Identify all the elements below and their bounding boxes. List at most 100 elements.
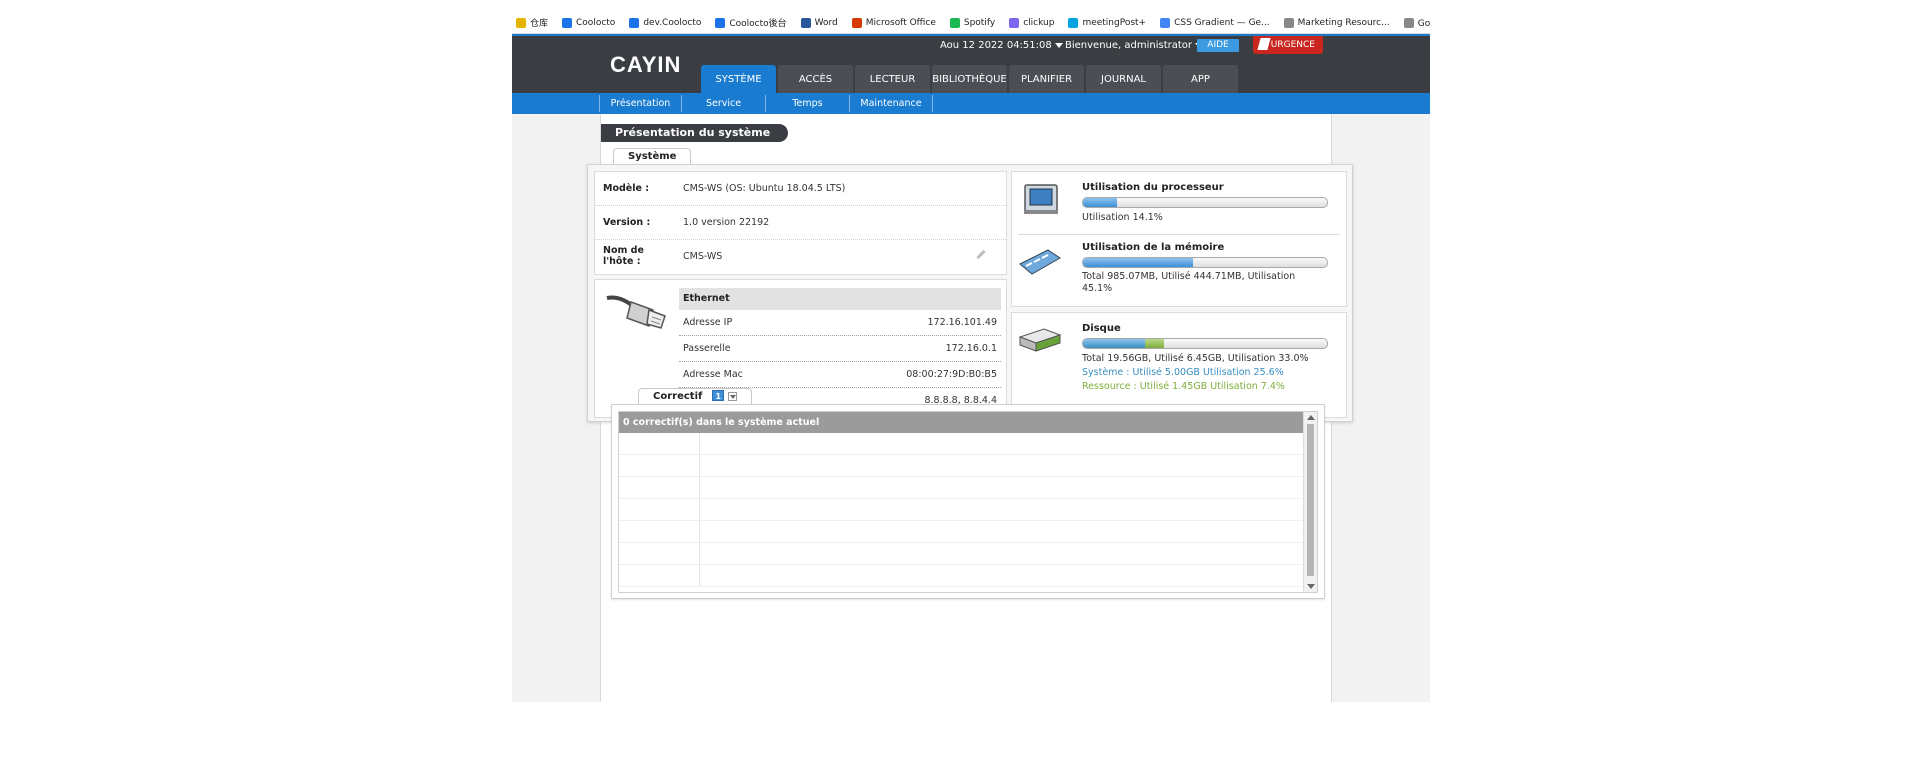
sub-nav: Présentation Service Temps Maintenance [512, 93, 1430, 114]
urgent-button[interactable]: URGENCE [1253, 36, 1323, 54]
bookmark-item[interactable]: Microsoft Office [851, 17, 936, 28]
disk-usage-text: Total 19.56GB, Utilisé 6.45GB, Utilisati… [1082, 353, 1309, 364]
system-info-card: Modèle : CMS-WS (OS: Ubuntu 18.04.5 LTS) V… [594, 171, 1007, 275]
tab-patch[interactable]: Correctif 1 [638, 388, 753, 405]
info-value: 1.0 version 22192 [683, 217, 770, 228]
disk-resource-text: Ressource : Utilisé 1.45GB Utilisation 7… [1082, 381, 1285, 392]
scroll-down-icon[interactable] [1307, 584, 1315, 589]
patch-tab-label: Correctif [653, 391, 703, 402]
ethernet-value: 08:00:27:9D:B0:B5 [906, 369, 997, 380]
table-row [619, 565, 1303, 587]
bookmark-item[interactable]: Coolocto [562, 17, 615, 28]
ethernet-title: Ethernet [679, 288, 1001, 310]
memory-usage-fill [1083, 258, 1194, 267]
cpu-icon [1024, 184, 1058, 214]
cpu-title: Utilisation du processeur [1082, 182, 1224, 193]
nav-tab[interactable]: PLANIFIER [1009, 65, 1084, 95]
bookmark-favicon-icon [800, 17, 811, 28]
bookmark-label: dev.Coolocto [643, 17, 702, 28]
subnav-item[interactable]: Présentation [599, 95, 681, 112]
disk-title: Disque [1082, 323, 1121, 334]
cpu-usage-text: Utilisation 14.1% [1082, 212, 1163, 223]
nav-tab[interactable]: SYSTÈME [701, 65, 776, 95]
tab-system[interactable]: Système [613, 148, 692, 165]
help-button[interactable]: AIDE [1197, 39, 1239, 52]
ethernet-key: Adresse Mac [683, 369, 743, 380]
browser-screen: 仓库 Coolocto dev.Coolocto Coolocto後台 Word Micr… [512, 12, 1430, 702]
edit-pencil-icon[interactable] [976, 249, 986, 260]
memory-usage-bar [1082, 257, 1328, 268]
bookmark-item[interactable]: CSS Gradient — Ge... [1160, 17, 1270, 28]
urgent-label: URGENCE [1270, 40, 1315, 50]
bookmark-favicon-icon [715, 17, 726, 28]
bookmark-favicon-icon [851, 17, 862, 28]
bookmark-label: CSS Gradient — Ge... [1174, 17, 1270, 28]
ethernet-key: Passerelle [683, 343, 731, 354]
bookmark-item[interactable]: Word [800, 17, 838, 28]
bookmark-item[interactable]: clickup [1009, 17, 1054, 28]
disk-resource-fill [1145, 339, 1164, 348]
bookmark-item[interactable]: Google Play 徽章 [1403, 16, 1430, 29]
ethernet-row: Passerelle 172.16.0.1 [679, 336, 1001, 362]
table-row [619, 543, 1303, 565]
sub-nav-items: Présentation Service Temps Maintenance [599, 95, 933, 112]
subnav-item[interactable]: Maintenance [849, 95, 933, 112]
bookmark-label: Coolocto後台 [729, 19, 787, 29]
bookmark-item[interactable]: meetingPost+ [1068, 17, 1146, 28]
bookmark-favicon-icon [516, 17, 526, 28]
cpu-block: Utilisation du processeur Utilisation 14… [1012, 172, 1346, 234]
ethernet-row: Adresse Mac 08:00:27:9D:B0:B5 [679, 362, 1001, 388]
nav-tab[interactable]: JOURNAL [1086, 65, 1161, 95]
datetime-dropdown[interactable]: Aou 12 2022 04:51:08 [940, 40, 1063, 51]
bookmarks-bar: 仓库 Coolocto dev.Coolocto Coolocto後台 Word Micr… [512, 12, 1430, 34]
bookmark-label: 仓库 [530, 19, 549, 29]
disk-system-text: Système : Utilisé 5.00GB Utilisation 25.… [1082, 367, 1284, 378]
table-row [619, 521, 1303, 543]
hard-disk-icon [1018, 328, 1062, 352]
bookmark-favicon-icon [1283, 17, 1294, 28]
subnav-item[interactable]: Temps [765, 95, 849, 112]
scroll-up-icon[interactable] [1307, 415, 1315, 420]
cayin-logo[interactable]: CAYIN [610, 52, 681, 78]
nav-tab[interactable]: APP [1163, 65, 1238, 95]
cpu-usage-fill [1083, 198, 1118, 207]
bookmark-favicon-icon [562, 17, 573, 28]
vertical-scrollbar[interactable] [1303, 412, 1317, 592]
memory-title: Utilisation de la mémoire [1082, 242, 1225, 253]
bookmark-favicon-icon [1160, 17, 1171, 28]
page-title: Présentation du système [601, 124, 788, 142]
nav-tab[interactable]: ACCÈS [778, 65, 853, 95]
system-overview-panel: Modèle : CMS-WS (OS: Ubuntu 18.04.5 LTS) V… [587, 164, 1353, 422]
patch-table-header: 0 correctif(s) dans le système actuel [619, 412, 1303, 433]
bookmark-label: Google Play 徽章 [1417, 19, 1430, 29]
info-row: Modèle : CMS-WS (OS: Ubuntu 18.04.5 LTS) [595, 172, 1006, 206]
bookmark-item[interactable]: 仓库 [516, 16, 548, 29]
flag-icon [1257, 38, 1271, 50]
bookmark-item[interactable]: Marketing Resourc... [1283, 17, 1390, 28]
bookmark-favicon-icon [1403, 17, 1414, 28]
collapse-icon[interactable] [728, 391, 738, 401]
bookmark-item[interactable]: dev.Coolocto [629, 17, 702, 28]
patch-count-badge: 1 [712, 390, 725, 401]
info-key: Modèle : [603, 183, 650, 194]
patch-table: 0 correctif(s) dans le système actuel [618, 411, 1318, 593]
nav-tab[interactable]: LECTEUR [855, 65, 930, 95]
ethernet-row: Adresse IP 172.16.101.49 [679, 310, 1001, 336]
bookmark-label: Marketing Resourc... [1297, 17, 1390, 28]
memory-icon [1019, 249, 1061, 275]
cpu-memory-card: Utilisation du processeur Utilisation 14… [1011, 171, 1347, 307]
main-nav: SYSTÈME ACCÈS LECTEUR BIBLIOTHÈQUE PLANIFIER… [701, 65, 1238, 95]
help-label: AIDE [1207, 40, 1229, 50]
chevron-down-icon [1054, 42, 1063, 48]
nav-tab[interactable]: BIBLIOTHÈQUE [932, 65, 1007, 95]
ethernet-value: 172.16.0.1 [945, 343, 997, 354]
memory-block: Utilisation de la mémoire Total 985.07MB… [1012, 234, 1346, 306]
bookmark-item[interactable]: Coolocto後台 [715, 16, 787, 29]
bookmark-favicon-icon [629, 17, 640, 28]
scroll-thumb[interactable] [1307, 424, 1314, 576]
cpu-usage-bar [1082, 197, 1328, 208]
subnav-item[interactable]: Service [681, 95, 765, 112]
bookmark-item[interactable]: Spotify [949, 17, 995, 28]
user-menu[interactable]: Bienvenue, administrator [1065, 40, 1204, 51]
disk-system-fill [1083, 339, 1146, 348]
